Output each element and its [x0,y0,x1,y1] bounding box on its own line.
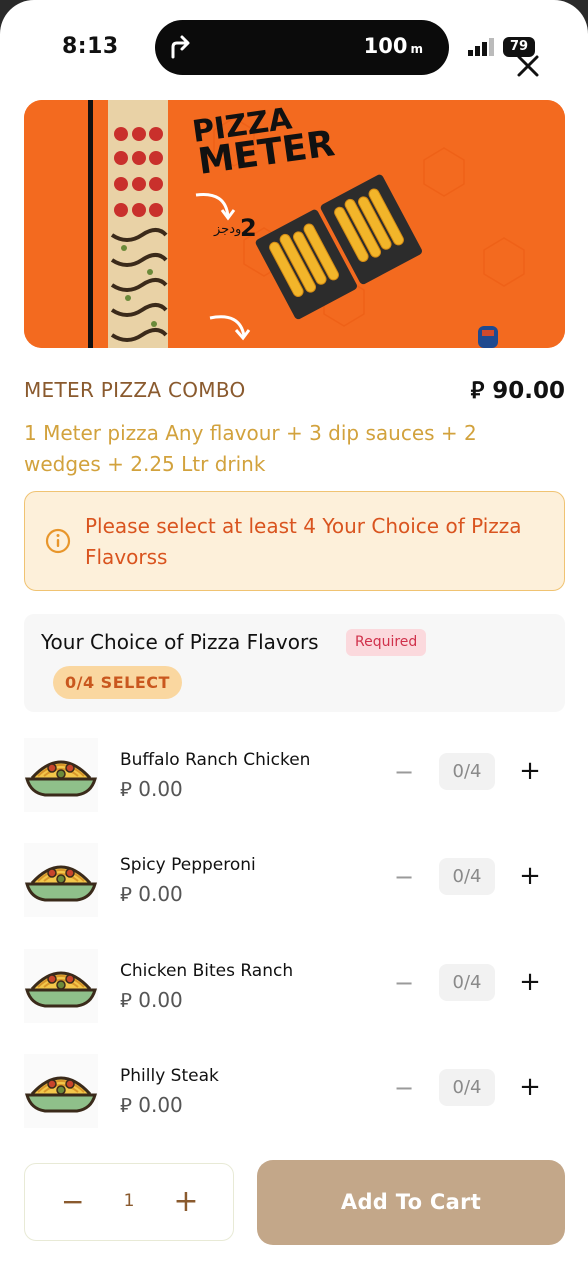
add-to-cart-button[interactable]: Add To Cart [257,1160,565,1245]
flavor-name: Philly Steak [120,1066,219,1086]
flavor-decrease-button[interactable]: − [392,863,416,891]
option-group-header: Your Choice of Pizza Flavors Required 0/… [24,614,565,712]
close-icon[interactable] [512,50,544,82]
quantity-value: 1 [123,1191,135,1211]
navigation-distance: 100 m [363,34,423,58]
flavor-price: ⃁ 0.00 [120,777,183,801]
option-group-title: Your Choice of Pizza Flavors [41,630,319,654]
dynamic-island: 100 m [155,20,449,75]
flavor-name: Spicy Pepperoni [120,855,256,875]
flavor-increase-button[interactable]: + [517,967,543,997]
status-time: 8:13 [62,34,119,59]
banner-wedges-label: ودجز [213,222,241,237]
flavor-item: Buffalo Ranch Chicken ⃁ 0.00 −0/4 + [24,736,565,816]
flavor-price: ⃁ 0.00 [120,882,183,906]
product-banner-image: PIZZA METER ودجز 2 [24,100,565,348]
flavor-increase-button[interactable]: + [517,756,543,786]
flavor-item: Philly Steak ⃁ 0.00 −0/4 + [24,1052,565,1132]
pasta-bowl-icon [24,843,98,917]
flavor-count: 0/4 [439,858,495,895]
required-badge: Required [346,629,427,656]
banner-wedges-count: 2 [240,214,257,242]
flavor-item: Chicken Bites Ranch ⃁ 0.00 −0/4 + [24,947,565,1027]
flavor-count: 0/4 [439,753,495,790]
warning-message: Please select at least 4 Your Choice of … [85,514,522,569]
flavor-item: Spicy Pepperoni ⃁ 0.00 −0/4 + [24,841,565,921]
pasta-bowl-icon [24,949,98,1023]
flavor-price: ⃁ 0.00 [120,1093,183,1117]
selection-warning: Please select at least 4 Your Choice of … [24,491,565,591]
product-title: METER PIZZA COMBO [24,378,246,402]
selection-counter: 0/4 SELECT [53,666,182,699]
quantity-stepper: − 1 + [24,1163,234,1241]
turn-right-arrow-icon [171,35,190,59]
quantity-increase-button[interactable]: + [173,1187,199,1217]
pasta-bowl-icon [24,738,98,812]
product-sheet: 8:13 100 m 79 PIZZA METER ودجز 2 METER P… [0,0,588,1280]
flavor-price: ⃁ 0.00 [120,988,183,1012]
pasta-bowl-icon [24,1054,98,1128]
banner-illustration: PIZZA METER ودجز 2 [24,100,565,348]
product-price: ⃁ 90.00 [470,378,565,404]
flavor-decrease-button[interactable]: − [392,758,416,786]
flavor-increase-button[interactable]: + [517,1072,543,1102]
flavor-decrease-button[interactable]: − [392,969,416,997]
quantity-decrease-button[interactable]: − [61,1188,84,1216]
product-description: 1 Meter pizza Any flavour + 3 dip sauces… [24,421,477,476]
flavor-name: Chicken Bites Ranch [120,961,294,981]
flavor-increase-button[interactable]: + [517,861,543,891]
flavor-decrease-button[interactable]: − [392,1074,416,1102]
flavor-count: 0/4 [439,1069,495,1106]
signal-icon [468,38,494,56]
flavor-name: Buffalo Ranch Chicken [120,750,311,770]
product-header: METER PIZZA COMBO ⃁ 90.00 [24,376,565,406]
flavor-count: 0/4 [439,964,495,1001]
info-icon [45,528,71,554]
